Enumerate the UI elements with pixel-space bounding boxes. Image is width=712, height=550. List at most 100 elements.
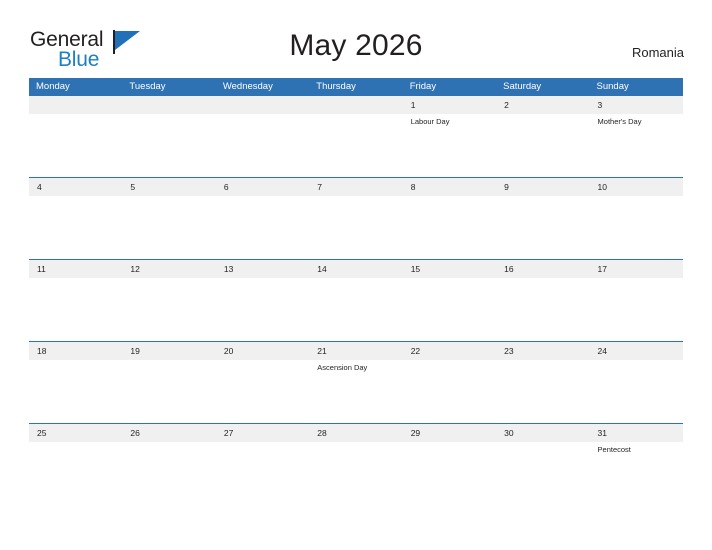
calendar-day-cell[interactable]: 9 (496, 177, 590, 260)
day-events: Labour Day (403, 114, 496, 127)
calendar-week-row: 18 19 20 21 Ascension Day 22 23 24 (29, 341, 683, 424)
weekday-header-wednesday: Wednesday (215, 78, 310, 96)
calendar-day-cell[interactable]: 14 (309, 259, 403, 342)
day-events (403, 196, 496, 199)
day-number (122, 96, 216, 114)
weekday-header-friday: Friday (402, 78, 497, 96)
day-events (29, 278, 122, 281)
day-events (216, 278, 309, 281)
day-number: 18 (29, 342, 123, 360)
day-events (122, 360, 215, 363)
calendar-day-cell[interactable]: 6 (215, 177, 310, 260)
day-number: 19 (122, 342, 216, 360)
day-number: 31 (589, 424, 683, 442)
day-number: 28 (309, 424, 403, 442)
calendar-day-cell[interactable]: 5 (122, 177, 216, 260)
day-number (29, 96, 123, 114)
calendar-day-cell[interactable] (309, 96, 403, 178)
day-events (403, 360, 496, 363)
day-events (309, 442, 402, 445)
holiday-event-label: Pentecost (597, 445, 631, 454)
day-number: 15 (402, 260, 497, 278)
day-events (403, 278, 496, 281)
day-number: 23 (496, 342, 590, 360)
day-events (29, 442, 122, 445)
calendar-day-cell[interactable]: 8 (402, 177, 497, 260)
calendar-week-row: 1 Labour Day 2 3 Mother's Day (29, 96, 683, 178)
day-events (122, 114, 215, 117)
day-events (309, 114, 402, 117)
day-events (216, 360, 309, 363)
page-title: May 2026 (289, 29, 423, 62)
day-events (496, 196, 589, 199)
calendar-day-cell[interactable] (122, 96, 216, 178)
calendar-day-cell[interactable]: 30 (496, 423, 590, 505)
calendar-day-cell[interactable]: 29 (402, 423, 497, 505)
day-number: 5 (122, 178, 216, 196)
day-number: 25 (29, 424, 123, 442)
day-number: 20 (215, 342, 310, 360)
day-number: 10 (589, 178, 683, 196)
day-number (309, 96, 403, 114)
day-events (122, 196, 215, 199)
day-events (29, 196, 122, 199)
calendar-day-cell[interactable]: 17 (589, 259, 683, 342)
calendar-day-cell[interactable]: 18 (29, 341, 123, 424)
day-events (216, 442, 309, 445)
calendar-week-row: 25 26 27 28 29 30 31 Pentecost (29, 423, 683, 505)
calendar-day-cell[interactable]: 15 (402, 259, 497, 342)
page-header: General Blue May 2026 Romania (0, 0, 712, 76)
calendar-day-cell[interactable]: 3 Mother's Day (589, 96, 683, 178)
day-events (590, 360, 683, 363)
day-number: 14 (309, 260, 403, 278)
weekday-header-sunday: Sunday (589, 78, 683, 96)
calendar-header-row: Monday Tuesday Wednesday Thursday Friday… (29, 78, 683, 96)
calendar-page: General Blue May 2026 Romania Monday Tue… (0, 0, 712, 550)
day-number: 21 (309, 342, 403, 360)
holiday-event-label: Mother's Day (597, 117, 642, 126)
calendar-day-cell[interactable]: 12 (122, 259, 216, 342)
calendar-body: 1 Labour Day 2 3 Mother's Day 4 5 6 7 8 9 10 11 12 13 1… (29, 96, 683, 505)
day-number: 6 (215, 178, 310, 196)
calendar-day-cell[interactable]: 28 (309, 423, 403, 505)
day-events (590, 278, 683, 281)
calendar-day-cell[interactable] (29, 96, 123, 178)
calendar-day-cell[interactable]: 25 (29, 423, 123, 505)
calendar-day-cell[interactable]: 31 Pentecost (589, 423, 683, 505)
day-number: 2 (496, 96, 590, 114)
calendar-day-cell[interactable]: 10 (589, 177, 683, 260)
calendar-day-cell[interactable]: 23 (496, 341, 590, 424)
day-events (122, 442, 215, 445)
day-events (216, 114, 309, 117)
calendar-day-cell[interactable]: 19 (122, 341, 216, 424)
calendar-day-cell[interactable]: 13 (215, 259, 310, 342)
calendar-day-cell[interactable]: 7 (309, 177, 403, 260)
weekday-header-saturday: Saturday (496, 78, 590, 96)
day-number: 12 (122, 260, 216, 278)
day-events (122, 278, 215, 281)
day-number: 27 (215, 424, 310, 442)
calendar-day-cell[interactable]: 16 (496, 259, 590, 342)
calendar-day-cell[interactable]: 11 (29, 259, 123, 342)
calendar-day-cell[interactable]: 20 (215, 341, 310, 424)
calendar-day-cell[interactable] (215, 96, 310, 178)
calendar-day-cell[interactable]: 4 (29, 177, 123, 260)
calendar-day-cell[interactable]: 26 (122, 423, 216, 505)
calendar-day-cell[interactable]: 21 Ascension Day (309, 341, 403, 424)
calendar-day-cell[interactable]: 22 (402, 341, 497, 424)
calendar-day-cell[interactable]: 24 (589, 341, 683, 424)
day-number: 30 (496, 424, 590, 442)
day-events (403, 442, 496, 445)
day-events (496, 278, 589, 281)
calendar-day-cell[interactable]: 2 (496, 96, 590, 178)
calendar-day-cell[interactable]: 27 (215, 423, 310, 505)
day-number: 29 (402, 424, 497, 442)
holiday-event-label: Labour Day (410, 117, 450, 126)
day-events (309, 278, 402, 281)
weekday-header-monday: Monday (29, 78, 123, 96)
day-number: 24 (589, 342, 683, 360)
calendar-table: Monday Tuesday Wednesday Thursday Friday… (29, 78, 683, 505)
calendar-day-cell[interactable]: 1 Labour Day (402, 96, 497, 178)
day-events (309, 196, 402, 199)
calendar-week-row: 4 5 6 7 8 9 10 (29, 177, 683, 260)
